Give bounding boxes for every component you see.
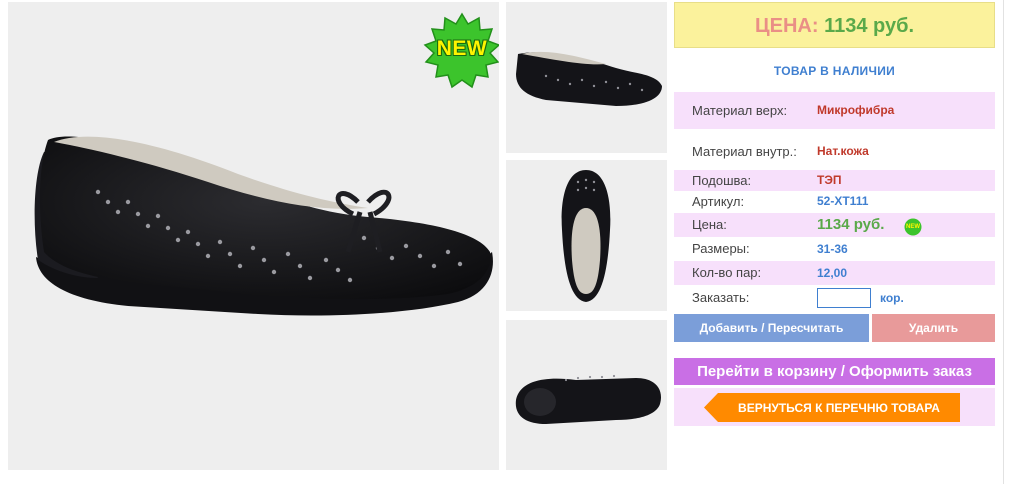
add-recalculate-button[interactable]: Добавить / Пересчитать (674, 314, 869, 342)
go-to-cart-button[interactable]: Перейти в корзину / Оформить заказ (674, 358, 995, 385)
shoe-thumbnail (516, 51, 662, 106)
spec-row-sizes: Размеры: 31-36 (674, 237, 995, 261)
price-banner-value: 1134 руб. (824, 15, 914, 37)
order-row: Заказать: кор. (674, 286, 995, 310)
shoe-thumbnail (561, 170, 611, 302)
spec-label: Цена: (692, 217, 727, 232)
product-page: NEW ЦЕНА: 1134 руб. ТОВАР В НАЛИЧИИ Мате… (0, 0, 1019, 484)
spec-label: Размеры: (692, 241, 750, 256)
spec-label: Материал внутр.: (692, 144, 797, 159)
spec-label: Кол-во пар: (692, 265, 762, 280)
spec-label: Подошва: (692, 173, 752, 188)
new-badge-icon: NEW (422, 12, 499, 92)
spec-label: Материал верх: (692, 103, 788, 118)
spec-row-pairs: Кол-во пар: 12,00 (674, 261, 995, 285)
spec-value: Нат.кожа (817, 144, 869, 158)
mini-new-icon: NEW (904, 218, 922, 236)
back-button-area: ВЕРНУТЬСЯ К ПЕРЕЧНЮ ТОВАРА (674, 388, 995, 426)
thumbnail-sole-view[interactable] (506, 320, 667, 470)
thumbnail-top-view[interactable] (506, 160, 667, 311)
spec-value: 12,00 (817, 266, 848, 280)
right-divider (1003, 0, 1004, 484)
new-badge-label: NEW (436, 37, 488, 60)
thumbnail-side-view[interactable] (506, 2, 667, 153)
price-banner-label: ЦЕНА: (755, 15, 819, 37)
mini-new-label: NEW (906, 224, 920, 230)
spec-row-material-top: Материал верх: Микрофибра (674, 92, 995, 129)
spec-value: 31-36 (817, 242, 848, 256)
delete-button[interactable]: Удалить (872, 314, 995, 342)
order-label: Заказать: (692, 290, 750, 305)
spec-row-article: Артикул: 52-ХТ111 (674, 191, 995, 212)
spec-label: Артикул: (692, 194, 745, 209)
spec-row-material-inner: Материал внутр.: Нат.кожа (674, 133, 995, 170)
order-quantity-input[interactable] (817, 288, 871, 308)
spec-row-price: Цена: 1134 руб. NEW (674, 213, 995, 237)
price-banner: ЦЕНА: 1134 руб. (674, 2, 995, 48)
spec-value: 52-ХТ111 (817, 194, 869, 208)
spec-row-sole: Подошва: ТЭП (674, 170, 995, 191)
back-to-list-button[interactable]: ВЕРНУТЬСЯ К ПЕРЕЧНЮ ТОВАРА (704, 393, 960, 422)
spec-value: Микрофибра (817, 103, 895, 117)
stock-status: ТОВАР В НАЛИЧИИ (773, 64, 896, 78)
spec-value: ТЭП (817, 173, 842, 187)
shoe-thumbnail (515, 374, 661, 424)
product-info-panel: ЦЕНА: 1134 руб. ТОВАР В НАЛИЧИИ Материал… (674, 0, 1005, 484)
order-unit: кор. (880, 291, 904, 305)
spec-value: 1134 руб. (817, 216, 885, 233)
main-product-photo[interactable]: NEW (8, 2, 499, 470)
